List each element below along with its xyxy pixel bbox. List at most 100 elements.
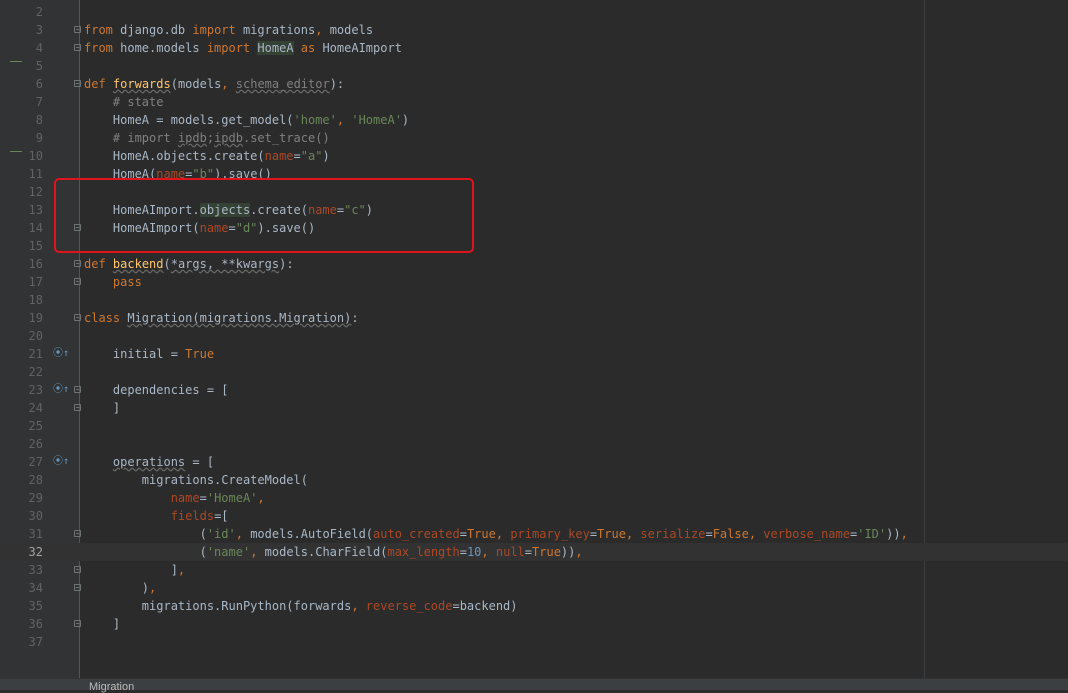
code-line[interactable]: 27 ⦿↑ operations = [	[0, 453, 1068, 471]
code-text[interactable]: HomeA = models.get_model('home', 'HomeA'…	[84, 111, 409, 129]
line-number: 27	[28, 455, 43, 469]
code-text[interactable]: # import ipdb;ipdb.set_trace()	[84, 129, 330, 147]
line-number: 20	[28, 329, 43, 343]
code-text[interactable]: ('id', models.AutoField(auto_created=Tru…	[84, 525, 908, 543]
code-text[interactable]: fields=[	[84, 507, 229, 525]
code-line[interactable]: 19 class Migration(migrations.Migration):	[0, 309, 1068, 327]
fold-toggle-icon[interactable]	[74, 44, 81, 51]
line-number: 3	[35, 23, 43, 37]
code-text[interactable]: ]	[84, 399, 120, 417]
code-text[interactable]: operations = [	[84, 453, 214, 471]
code-line[interactable]: 34 ),	[0, 579, 1068, 597]
vcs-change-marker[interactable]	[10, 61, 22, 62]
code-line[interactable]: 9 # import ipdb;ipdb.set_trace()	[0, 129, 1068, 147]
code-text[interactable]: from home.models import HomeA as HomeAIm…	[84, 39, 402, 57]
code-text[interactable]: ],	[84, 561, 185, 579]
code-text[interactable]: ]	[84, 615, 120, 633]
code-text[interactable]: dependencies = [	[84, 381, 229, 399]
code-line[interactable]: 32 ('name', models.CharField(max_length=…	[0, 543, 1068, 561]
line-number: 32	[28, 545, 43, 559]
line-number: 6	[35, 77, 43, 91]
line-number: 29	[28, 491, 43, 505]
code-text[interactable]: def backend(*args, **kwargs):	[84, 255, 294, 273]
code-line[interactable]: 17 pass	[0, 273, 1068, 291]
code-text[interactable]: ('name', models.CharField(max_length=10,…	[84, 543, 583, 561]
code-line[interactable]: 5	[0, 57, 1068, 75]
code-text[interactable]: def forwards(models, schema_editor):	[84, 75, 344, 93]
code-text[interactable]: initial = True	[84, 345, 214, 363]
code-line[interactable]: 20	[0, 327, 1068, 345]
fold-toggle-icon[interactable]	[74, 26, 81, 33]
line-number: 2	[35, 5, 43, 19]
code-line[interactable]: 16 def backend(*args, **kwargs):	[0, 255, 1068, 273]
fold-toggle-icon[interactable]	[74, 530, 81, 537]
status-bar: Migration	[0, 678, 1068, 693]
override-marker-icon[interactable]: ⦿↑	[53, 456, 69, 468]
code-line[interactable]: 30 fields=[	[0, 507, 1068, 525]
line-number: 10	[28, 149, 43, 163]
line-number: 31	[28, 527, 43, 541]
fold-toggle-icon[interactable]	[74, 80, 81, 87]
code-line[interactable]: 36 ]	[0, 615, 1068, 633]
code-line[interactable]: 22	[0, 363, 1068, 381]
line-number: 25	[28, 419, 43, 433]
code-line[interactable]: 18	[0, 291, 1068, 309]
code-text[interactable]: HomeA.objects.create(name="a")	[84, 147, 330, 165]
override-marker-icon[interactable]: ⦿↑	[53, 348, 69, 360]
fold-toggle-icon[interactable]	[74, 278, 81, 285]
code-line[interactable]: 10 HomeA.objects.create(name="a")	[0, 147, 1068, 165]
code-line[interactable]: 4 from home.models import HomeA as HomeAI…	[0, 39, 1068, 57]
line-number: 35	[28, 599, 43, 613]
line-number: 21	[28, 347, 43, 361]
code-line[interactable]: 28 migrations.CreateModel(	[0, 471, 1068, 489]
code-line[interactable]: 25	[0, 417, 1068, 435]
fold-toggle-icon[interactable]	[74, 584, 81, 591]
code-line[interactable]: 6 def forwards(models, schema_editor):	[0, 75, 1068, 93]
line-number: 15	[28, 239, 43, 253]
line-number: 8	[35, 113, 43, 127]
line-number: 23	[28, 383, 43, 397]
line-number: 28	[28, 473, 43, 487]
code-text[interactable]: ),	[84, 579, 156, 597]
fold-toggle-icon[interactable]	[74, 620, 81, 627]
code-line[interactable]: 37	[0, 633, 1068, 651]
fold-toggle-icon[interactable]	[74, 314, 81, 321]
line-number: 14	[28, 221, 43, 235]
code-text[interactable]: class Migration(migrations.Migration):	[84, 309, 359, 327]
code-text[interactable]: pass	[84, 273, 142, 291]
fold-toggle-icon[interactable]	[74, 386, 81, 393]
breadcrumb[interactable]: Migration	[89, 681, 134, 693]
line-number: 5	[35, 59, 43, 73]
code-line[interactable]: 35 migrations.RunPython(forwards, revers…	[0, 597, 1068, 615]
code-line[interactable]: 2	[0, 3, 1068, 21]
code-editor[interactable]: 2 3 from django.db import migrations, mode…	[0, 0, 1068, 678]
code-line[interactable]: 7 # state	[0, 93, 1068, 111]
line-number: 33	[28, 563, 43, 577]
code-line[interactable]: 21 ⦿↑ initial = True	[0, 345, 1068, 363]
line-number: 11	[28, 167, 43, 181]
code-line[interactable]: 29 name='HomeA',	[0, 489, 1068, 507]
vcs-change-marker[interactable]	[10, 151, 22, 152]
code-line[interactable]: 26	[0, 435, 1068, 453]
line-number: 37	[28, 635, 43, 649]
code-line[interactable]: 31 ('id', models.AutoField(auto_created=…	[0, 525, 1068, 543]
code-line[interactable]: 23 ⦿↑ dependencies = [	[0, 381, 1068, 399]
line-number: 36	[28, 617, 43, 631]
code-line[interactable]: 3 from django.db import migrations, model…	[0, 21, 1068, 39]
code-line[interactable]: 24 ]	[0, 399, 1068, 417]
annotation-highlight-box	[54, 178, 474, 253]
line-number: 7	[35, 95, 43, 109]
code-text[interactable]: name='HomeA',	[84, 489, 265, 507]
code-text[interactable]: migrations.RunPython(forwards, reverse_c…	[84, 597, 518, 615]
override-marker-icon[interactable]: ⦿↑	[53, 384, 69, 396]
fold-toggle-icon[interactable]	[74, 260, 81, 267]
code-line[interactable]: 33 ],	[0, 561, 1068, 579]
code-text[interactable]: migrations.CreateModel(	[84, 471, 308, 489]
line-number: 12	[28, 185, 43, 199]
code-text[interactable]: from django.db import migrations, models	[84, 21, 373, 39]
code-text[interactable]: # state	[84, 93, 164, 111]
fold-toggle-icon[interactable]	[74, 404, 81, 411]
line-number: 30	[28, 509, 43, 523]
code-line[interactable]: 8 HomeA = models.get_model('home', 'Home…	[0, 111, 1068, 129]
fold-toggle-icon[interactable]	[74, 566, 81, 573]
